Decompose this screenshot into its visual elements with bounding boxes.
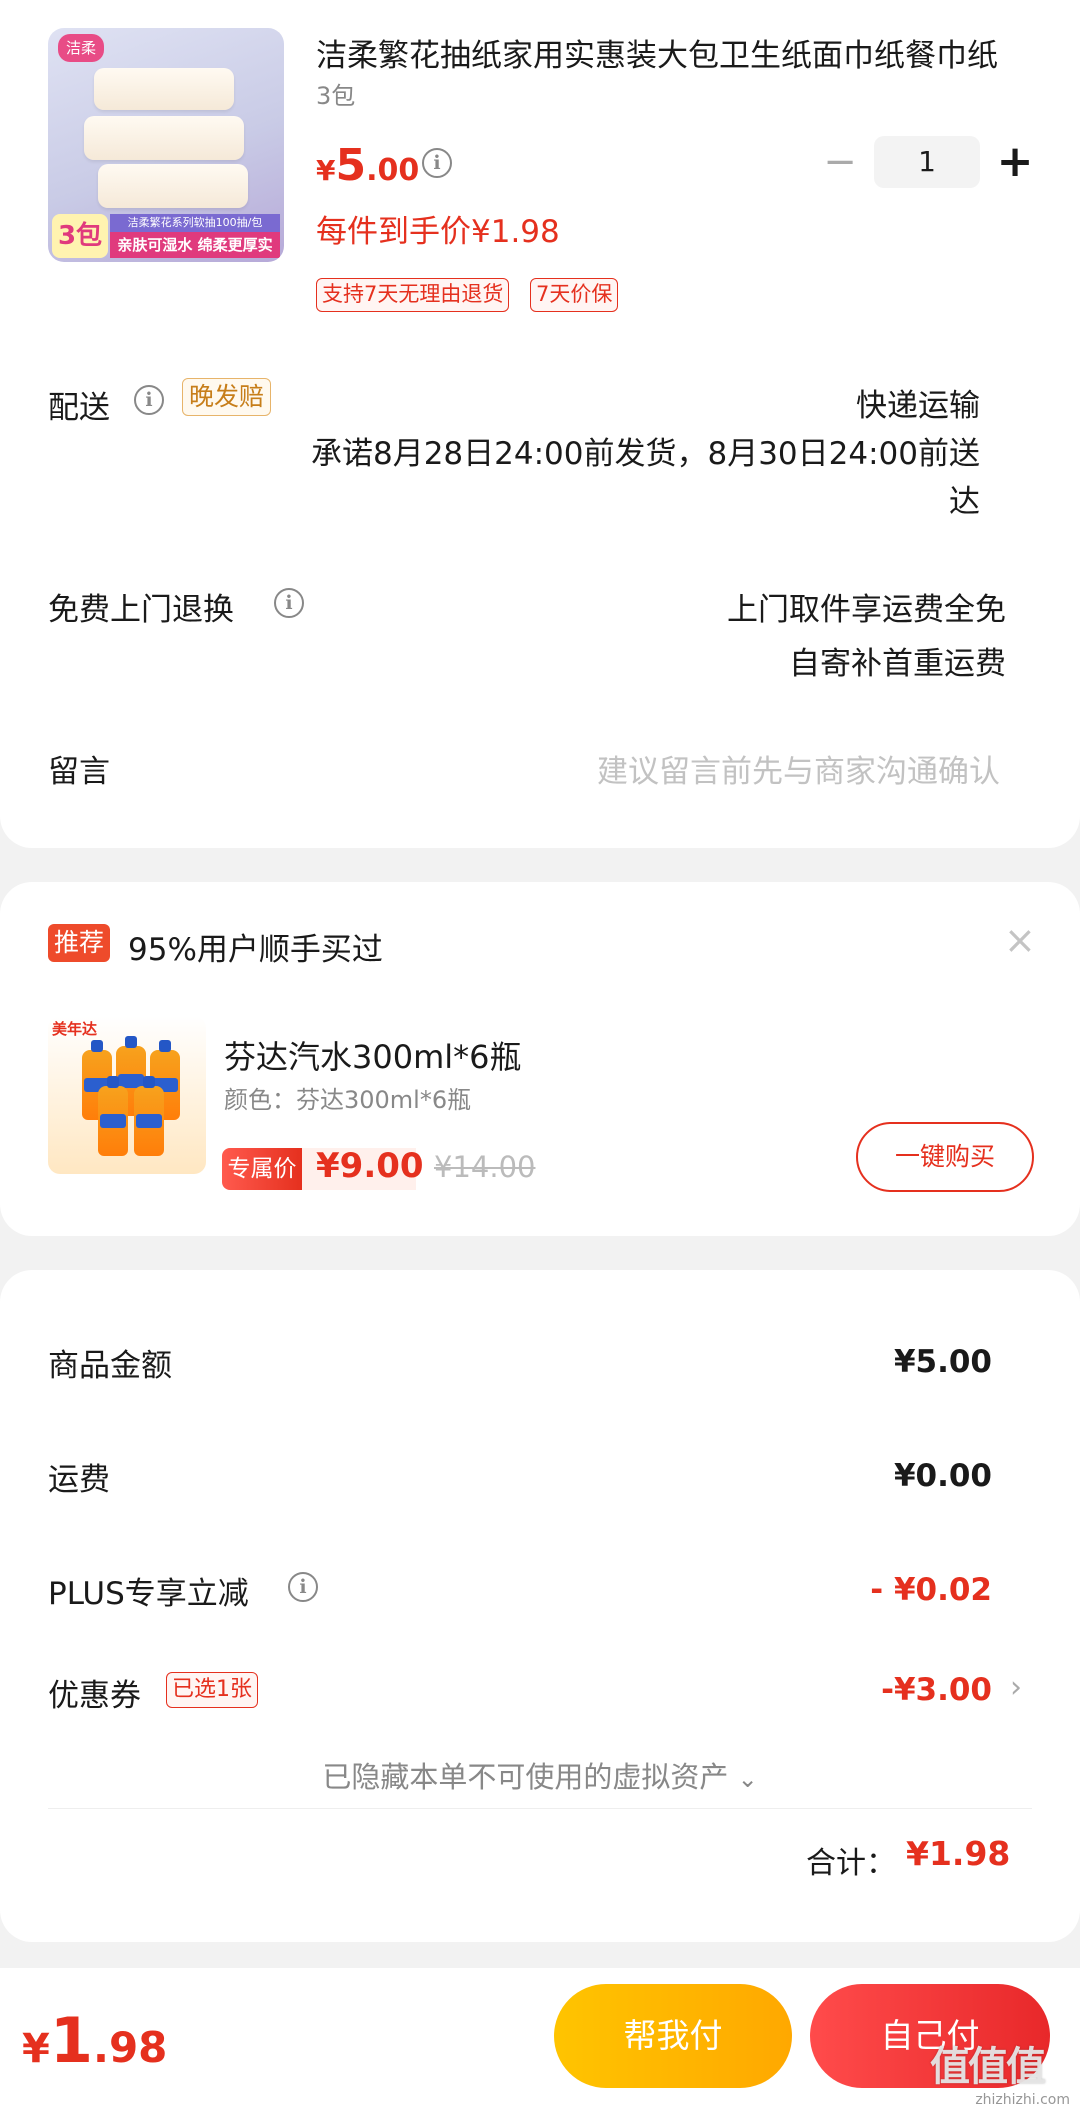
shipping-label: 运费 [48, 1462, 110, 1498]
bottom-price-symbol: ¥ [22, 2026, 50, 2072]
bottom-price-int: 1 [49, 2004, 93, 2077]
delivery-label: 配送 [48, 390, 110, 426]
unit-price: 每件到手价¥1.98 [316, 214, 560, 250]
plus-discount-value: - ¥0.02 [870, 1572, 992, 1608]
quantity-input[interactable]: 1 [874, 136, 980, 188]
recommend-variant: 颜色：芬达300ml*6瓶 [224, 1086, 472, 1114]
watermark-chars: 值值值 [930, 2044, 1046, 2090]
goods-amount-label: 商品金额 [48, 1348, 172, 1384]
chevron-right-icon[interactable]: › [1010, 1670, 1022, 1705]
image-strip-bottom: 亲肤可湿水 绵柔更厚实 [110, 232, 280, 258]
coupon-label[interactable]: 优惠券 [48, 1670, 141, 1715]
total-value: ¥1.98 [906, 1834, 1011, 1873]
recommend-title[interactable]: 芬达汽水300ml*6瓶 [224, 1032, 522, 1078]
price-dec: .00 [366, 153, 420, 188]
hidden-assets-toggle[interactable]: 已隐藏本单不可使用的虚拟资产 ⌄ [0, 1754, 1080, 1796]
pack-count-badge: 3包 [52, 214, 108, 258]
goods-amount-value: ¥5.00 [893, 1344, 992, 1380]
quantity-minus-button[interactable]: − [820, 142, 860, 182]
plus-discount-label: PLUS专享立减 [48, 1576, 249, 1612]
watermark-site: zhizhizhi.com [975, 2092, 1070, 2108]
tissue-pack-graphic [94, 68, 234, 110]
tissue-pack-graphic [84, 116, 244, 160]
tissue-pack-graphic [98, 164, 248, 208]
close-icon[interactable]: × [1004, 918, 1036, 962]
shipping-value: ¥0.00 [893, 1458, 992, 1494]
returns-line2: 自寄补首重运费 [789, 646, 1006, 682]
product-variant[interactable]: 3包 [316, 76, 355, 111]
bottom-total-price: ¥1.98 [22, 2004, 167, 2077]
brand-logo: 洁柔 [58, 34, 104, 62]
returns-info-icon[interactable]: i [274, 588, 304, 618]
recommend-headline: 95%用户顺手买过 [128, 932, 383, 968]
exclusive-price-tag: 专属价 [222, 1148, 302, 1190]
bottom-price-dec: .98 [92, 2023, 168, 2072]
recommend-product-image[interactable]: 美年达 [48, 1016, 206, 1174]
delivery-method: 快递运输 [856, 388, 980, 424]
returns-label: 免费上门退换 [48, 592, 234, 628]
quantity-plus-button[interactable]: + [992, 140, 1038, 184]
product-title[interactable]: 洁柔繁花抽纸家用实惠装大包卫生纸面巾纸餐巾纸 [316, 30, 1036, 75]
price-symbol: ¥ [316, 154, 336, 187]
message-input[interactable]: 建议留言前先与商家沟通确认 [597, 746, 1000, 791]
image-strip-top: 洁柔繁花系列软抽100抽/包 [110, 214, 280, 232]
recommend-price: ¥9.00 [316, 1146, 424, 1186]
delivery-info-icon[interactable]: i [134, 385, 164, 415]
total-label: 合计： [806, 1846, 896, 1881]
product-price: ¥5.00 [316, 140, 419, 191]
product-image[interactable]: 洁柔 3包 洁柔繁花系列软抽100抽/包 亲肤可湿水 绵柔更厚实 [48, 28, 284, 262]
message-label: 留言 [48, 754, 110, 790]
price-int: 5 [335, 140, 367, 191]
recommend-badge: 推荐 [48, 924, 111, 962]
late-compensation-badge[interactable]: 晚发赔 [182, 378, 272, 416]
site-watermark: 值值值 zhizhizhi.com [930, 2034, 1070, 2108]
delivery-promise-line1: 承诺8月28日24:00前发货，8月30日24:00前送 [310, 436, 980, 472]
coupon-selected-badge[interactable]: 已选1张 [166, 1672, 258, 1708]
one-click-buy-button[interactable]: 一键购买 [856, 1122, 1034, 1192]
coupon-value[interactable]: -¥3.00 [881, 1672, 992, 1708]
recommend-original-price: ¥14.00 [434, 1150, 536, 1184]
hidden-assets-text: 已隐藏本单不可使用的虚拟资产 [322, 1760, 729, 1794]
recommend-image-brand: 美年达 [52, 1020, 98, 1038]
divider [48, 1808, 1032, 1809]
help-me-pay-button[interactable]: 帮我付 [554, 1984, 792, 2088]
return-policy-tag: 支持7天无理由退货 [316, 278, 510, 312]
delivery-promise-line2: 达 [949, 484, 980, 520]
bottle-graphic [134, 1076, 164, 1156]
plus-info-icon[interactable]: i [288, 1572, 318, 1602]
bottle-graphic [98, 1076, 128, 1156]
returns-line1: 上门取件享运费全免 [727, 592, 1006, 628]
chevron-down-icon: ⌄ [737, 1765, 758, 1793]
price-protect-tag: 7天价保 [530, 278, 619, 312]
price-info-icon[interactable]: i [422, 148, 452, 178]
